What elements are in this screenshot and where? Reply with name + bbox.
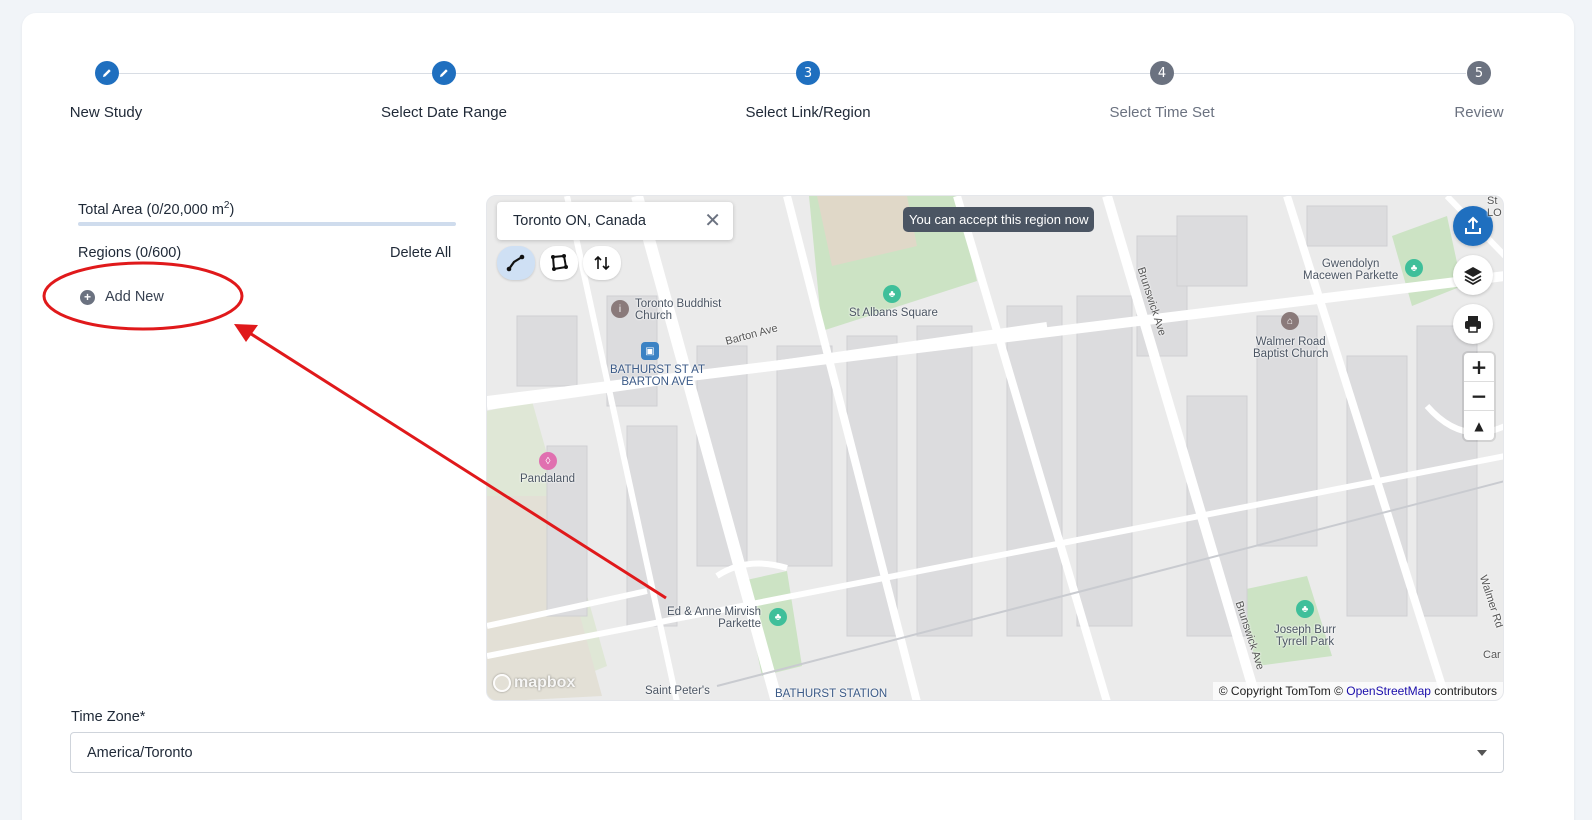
park-icon[interactable]: ♣ — [769, 608, 787, 626]
pencil-icon — [440, 69, 448, 77]
swap-tool[interactable] — [583, 246, 621, 280]
info-poi-icon[interactable]: i — [611, 300, 629, 318]
zoom-out-button[interactable]: − — [1464, 382, 1494, 411]
print-icon — [1465, 316, 1481, 333]
layers-icon — [1464, 267, 1482, 286]
draw-tools — [497, 246, 621, 280]
step-1-indicator[interactable] — [95, 61, 119, 85]
bus-stop-icon[interactable]: ▣ — [641, 342, 659, 360]
step-2-indicator[interactable] — [432, 61, 456, 85]
shop-icon[interactable]: ◊ — [539, 452, 557, 470]
polygon-draw-icon — [551, 254, 568, 271]
total-area-progress-bar — [78, 222, 456, 226]
pencil-icon — [103, 69, 111, 77]
map-label: Car — [1483, 649, 1501, 661]
park-icon[interactable]: ♣ — [1405, 259, 1423, 277]
park-icon[interactable]: ♣ — [1296, 600, 1314, 618]
compass-button[interactable]: ▲ — [1464, 411, 1494, 440]
add-new-label: Add New — [105, 289, 164, 305]
step-connector — [1174, 73, 1466, 74]
map-label: Saint Peter's — [645, 685, 710, 697]
delete-all-button[interactable]: Delete All — [390, 245, 451, 261]
step-1-label: New Study — [69, 104, 143, 121]
park-icon[interactable]: ♣ — [883, 285, 901, 303]
region-accept-tooltip: You can accept this region now — [903, 207, 1095, 232]
time-zone-value: America/Toronto — [87, 744, 193, 761]
step-5-indicator[interactable]: 5 — [1467, 61, 1491, 85]
time-zone-label: Time Zone* — [71, 709, 146, 725]
mapbox-logo[interactable]: mapbox — [493, 674, 575, 692]
map-label: Walmer Road Baptist Church — [1253, 336, 1329, 361]
polygon-draw-tool[interactable] — [540, 246, 578, 280]
step-connector — [456, 73, 796, 74]
swap-icon — [594, 255, 610, 271]
zoom-in-button[interactable]: + — [1464, 353, 1494, 382]
step-3-label: Select Link/Region — [745, 104, 871, 121]
map-label: Gwendolyn Macewen Parkette — [1303, 258, 1399, 283]
chevron-down-icon — [1477, 749, 1487, 756]
layers-button[interactable] — [1453, 255, 1493, 295]
map-label: BATHURST STATION — [775, 688, 888, 700]
map-label: BATHURST ST AT BARTON AVE — [610, 364, 705, 389]
step-2-label: Select Date Range — [381, 104, 507, 121]
map-label: Pandaland — [520, 473, 575, 485]
line-draw-icon — [506, 254, 525, 272]
map-label: St LO — [1487, 195, 1502, 219]
total-area-label: Total Area (0/20,000 m2) — [78, 200, 235, 218]
step-3-indicator[interactable]: 3 — [796, 61, 820, 85]
step-connector — [820, 73, 1150, 74]
map-search-box[interactable]: Toronto ON, Canada ✕ — [497, 202, 733, 240]
line-draw-tool[interactable] — [497, 246, 535, 280]
mapbox-logo-icon — [493, 674, 511, 692]
map-label: Joseph Burr Tyrrell Park — [1274, 624, 1337, 649]
print-button[interactable] — [1453, 304, 1493, 344]
stepper: 3 4 5 New Study Select Date Range Select… — [0, 0, 1592, 140]
regions-count-label: Regions (0/600) — [78, 245, 182, 261]
church-icon[interactable]: ⌂ — [1281, 312, 1299, 330]
upload-icon — [1465, 216, 1481, 234]
map-label: Ed & Anne Mirvish Parkette — [667, 606, 761, 631]
step-4-indicator[interactable]: 4 — [1150, 61, 1174, 85]
step-connector — [118, 73, 432, 74]
map-label: Toronto Buddhist Church — [635, 298, 722, 323]
step-5-label: Review — [1454, 104, 1504, 121]
time-zone-select[interactable]: America/Toronto — [70, 732, 1504, 773]
openstreetmap-link[interactable]: OpenStreetMap — [1346, 684, 1431, 698]
add-new-region-button[interactable]: + Add New — [80, 289, 164, 305]
zoom-controls: + − ▲ — [1464, 353, 1494, 440]
map-search-value[interactable]: Toronto ON, Canada — [513, 213, 704, 229]
close-icon[interactable]: ✕ — [704, 211, 721, 231]
map-attribution: © Copyright TomTom © OpenStreetMap contr… — [1212, 682, 1503, 700]
plus-circle-icon: + — [80, 289, 95, 305]
step-4-label: Select Time Set — [1109, 104, 1215, 121]
map-label: St Albans Square — [849, 307, 938, 319]
map-view[interactable]: Toronto ON, Canada ✕ You can accept this… — [486, 195, 1504, 701]
